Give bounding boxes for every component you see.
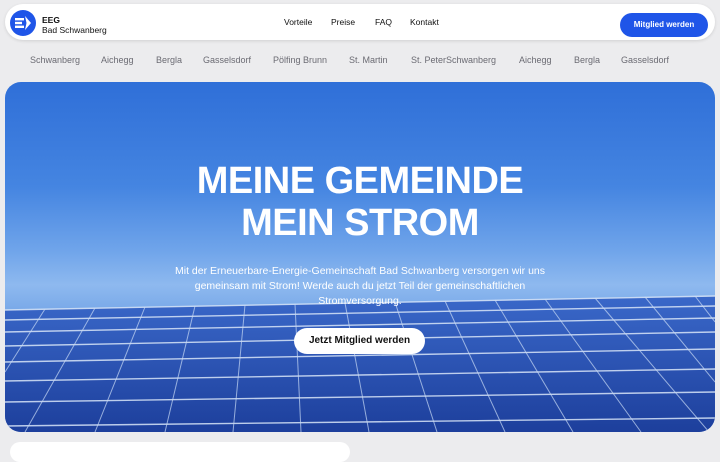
ticker-item: Schwanberg [30,55,81,65]
ticker-item: Aichegg [519,55,552,65]
ticker-item: St. Martin [349,55,388,65]
ticker-item: Pölfing Brunn [273,55,328,65]
next-section-card [10,442,350,462]
hero-section: MEINE GEMEINDE MEIN STROM Mit der Erneue… [5,82,715,432]
nav-link-preise[interactable]: Preise [331,17,355,27]
ticker-item: Gasselsdorf [621,55,670,65]
top-navbar: EEG Bad Schwanberg Vorteile Preise FAQ K… [5,4,715,40]
brand-line1: EEG [42,15,60,25]
logo-icon[interactable] [9,9,37,37]
solar-panels-image [5,295,715,432]
nav-link-kontakt[interactable]: Kontakt [410,17,439,27]
jetzt-mitglied-werden-button[interactable]: Jetzt Mitglied werden [294,328,425,354]
ticker-item: Aichegg [101,55,134,65]
ticker-item: Bergla [574,55,601,65]
hero-description: Mit der Erneuerbare-Energie-Gemeinschaft… [174,265,545,307]
brand-line2: Bad Schwanberg [42,25,107,35]
hero-title-line2: MEIN STROM [241,202,479,244]
ticker-item: Gasselsdorf [203,55,252,65]
nav-link-faq[interactable]: FAQ [375,17,392,27]
municipality-ticker: Schwanberg Aichegg Bergla Gasselsdorf Pö… [0,55,720,69]
ticker-item: St. PeterSchwanberg [411,55,497,65]
ticker-item: Bergla [156,55,183,65]
mitglied-werden-button[interactable]: Mitglied werden [620,13,708,37]
brand-name[interactable]: EEG Bad Schwanberg [42,15,107,35]
hero-title: MEINE GEMEINDE MEIN STROM [5,160,715,244]
hero-title-line1: MEINE GEMEINDE [196,160,524,202]
nav-link-vorteile[interactable]: Vorteile [284,17,312,27]
